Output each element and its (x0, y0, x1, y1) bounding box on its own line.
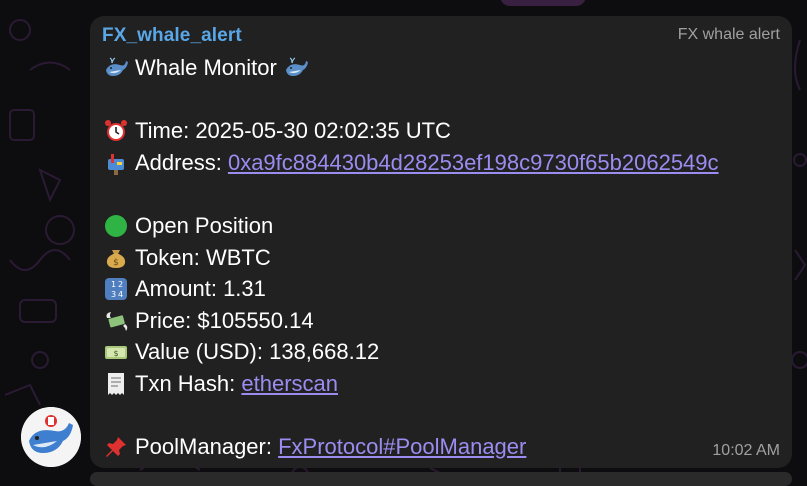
sender-avatar[interactable] (21, 407, 81, 467)
pool-manager-link[interactable]: FxProtocol#PoolManager (278, 431, 526, 463)
pool-label: PoolManager: (135, 434, 272, 460)
svg-text:$: $ (113, 349, 118, 358)
txn-line: Txn Hash: etherscan (102, 368, 788, 400)
time-line: Time: 2025-05-30 02:02:35 UTC (102, 115, 788, 147)
amount-value: 1.31 (223, 276, 266, 302)
svg-text:$: $ (113, 258, 119, 268)
money-with-wings-icon (102, 308, 130, 334)
address-label: Address: (135, 149, 222, 175)
time-label: Time: (135, 118, 190, 144)
message-bubble[interactable]: FX_whale_alert FX whale alert Whale Moni… (90, 16, 792, 468)
message-title: Whale Monitor (135, 55, 277, 80)
dollar-banknote-icon: $ (102, 339, 130, 365)
etherscan-link[interactable]: etherscan (241, 368, 338, 400)
receipt-icon (102, 371, 130, 397)
position-line: Open Position (102, 210, 788, 242)
price-label: Price: (135, 307, 192, 333)
title-line: Whale Monitor (102, 52, 788, 84)
value-line: $ Value (USD): 138,668.12 (102, 336, 788, 368)
position-label: Open Position (135, 212, 274, 238)
mailbox-icon (102, 150, 130, 176)
svg-text:1: 1 (111, 280, 116, 289)
alarm-clock-icon (102, 118, 130, 144)
amount-line: 1234 Amount: 1.31 (102, 273, 788, 305)
address-link[interactable]: 0xa9fc884430b4d28253ef198c9730f65b206254… (228, 147, 719, 179)
green-circle-icon (102, 213, 130, 239)
money-bag-icon: $ (102, 244, 130, 270)
token-label: Token: (135, 244, 200, 270)
message-body: Whale Monitor Time: 2025-05-30 02:02:35 … (102, 52, 788, 463)
value-value: 138,668.12 (269, 339, 380, 365)
svg-text:3: 3 (111, 290, 116, 299)
pushpin-icon (102, 434, 130, 460)
address-line: Address: 0xa9fc884430b4d28253ef198c9730f… (102, 147, 788, 179)
svg-text:4: 4 (118, 290, 123, 299)
whale-icon (282, 55, 310, 81)
amount-label: Amount: (135, 276, 217, 302)
sender-tag: FX whale alert (677, 26, 780, 43)
decorative-pill (500, 0, 586, 6)
token-value: WBTC (205, 244, 271, 270)
whale-avatar-icon (21, 407, 81, 467)
token-line: $ Token: WBTC (102, 242, 788, 274)
whale-icon (102, 55, 130, 81)
sender-name[interactable]: FX_whale_alert (102, 25, 242, 47)
price-value: $105550.14 (197, 307, 314, 333)
pool-line: PoolManager: FxProtocol#PoolManager (102, 431, 788, 463)
value-label: Value (USD): (135, 339, 263, 365)
numbers-icon: 1234 (102, 276, 130, 302)
txn-label: Txn Hash: (135, 370, 236, 396)
next-message-edge (90, 472, 792, 486)
time-value: 2025-05-30 02:02:35 UTC (195, 118, 451, 144)
price-line: Price: $105550.14 (102, 305, 788, 337)
message-timestamp: 10:02 AM (712, 442, 780, 459)
svg-text:2: 2 (118, 280, 123, 289)
